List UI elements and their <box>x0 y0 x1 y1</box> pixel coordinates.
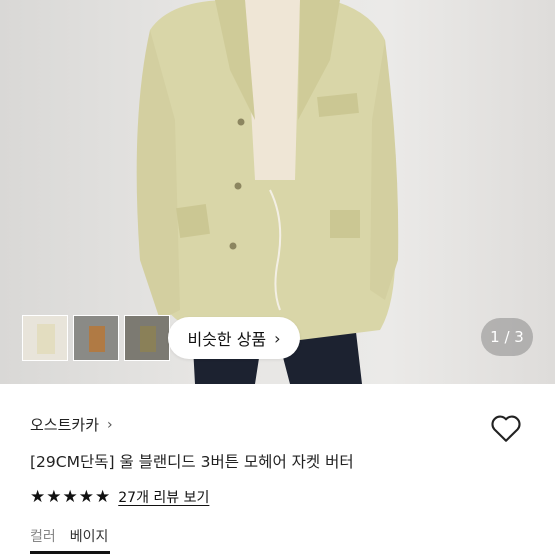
chevron-right-icon: › <box>274 328 281 348</box>
thumbnail-2[interactable] <box>73 315 119 361</box>
product-title: [29CM단독] 울 블랜디드 3버튼 모헤어 자켓 버터 <box>30 453 354 471</box>
tab-indicator <box>30 551 110 554</box>
rating-row: ★ ★ ★ ★ ★ 27개 리뷰 보기 <box>30 487 209 507</box>
chevron-right-icon: › <box>107 416 113 433</box>
star-filled-icon: ★ <box>62 486 78 507</box>
thumbnail-image <box>89 326 105 352</box>
review-link[interactable]: 27개 리뷰 보기 <box>118 487 209 507</box>
similar-products-button[interactable]: 비슷한 상품 › <box>168 317 300 359</box>
image-counter: 1 / 3 <box>481 318 533 356</box>
product-image[interactable]: 비슷한 상품 › 1 / 3 <box>0 0 555 384</box>
similar-products-label: 비슷한 상품 <box>187 330 267 349</box>
star-filled-icon: ★ <box>30 486 46 507</box>
rating-stars: ★ ★ ★ ★ ★ <box>30 486 111 507</box>
thumbnail-3[interactable] <box>124 315 170 361</box>
color-row: 컬러 베이지 <box>30 526 108 546</box>
color-value: 베이지 <box>69 529 109 545</box>
brand-link[interactable]: 오스트카카 › <box>30 414 113 435</box>
color-label: 컬러 <box>30 529 56 545</box>
brand-name: 오스트카카 <box>30 416 100 434</box>
thumbnail-strip <box>22 315 175 361</box>
thumbnail-image <box>37 324 55 354</box>
star-filled-icon: ★ <box>78 486 94 507</box>
star-filled-icon: ★ <box>46 486 62 507</box>
thumbnail-1[interactable] <box>22 315 68 361</box>
star-filled-icon: ★ <box>95 486 111 507</box>
heart-icon-svg <box>491 415 521 442</box>
thumbnail-image <box>140 326 156 352</box>
heart-outline-icon[interactable] <box>488 410 524 446</box>
